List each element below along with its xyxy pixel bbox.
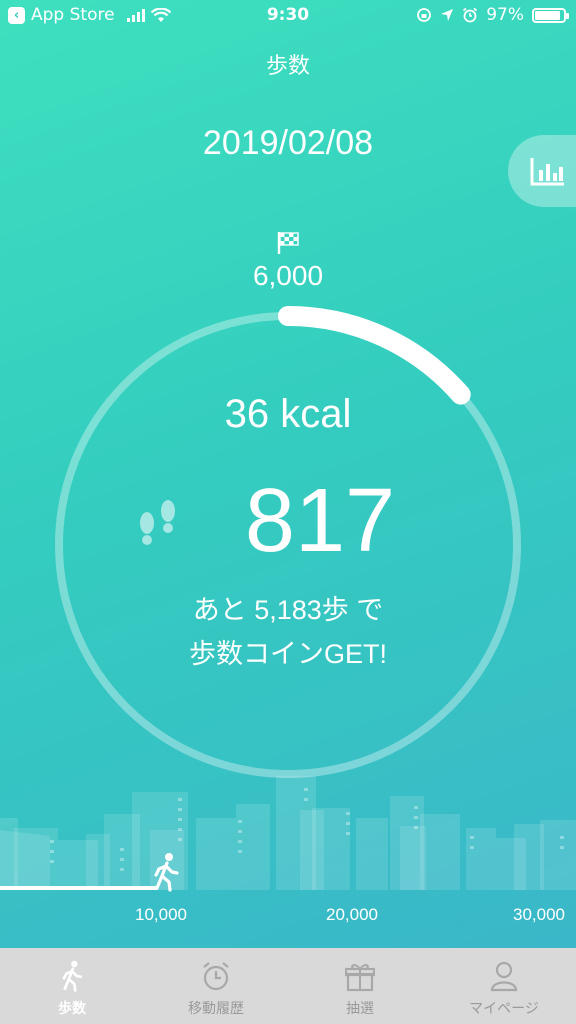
milestone-30000: 30,000 — [513, 905, 565, 924]
tab-label: 歩数 — [58, 1001, 86, 1017]
tab-lottery[interactable]: 抽選 — [288, 948, 432, 1024]
walking-person-icon — [154, 853, 179, 892]
person-icon — [490, 961, 518, 992]
steps-screen: ‹ App Store 9:30 97% 歩数 2019/02/08 6,000… — [0, 0, 576, 948]
footprints-icon — [140, 500, 175, 545]
city-skyline-illustration — [0, 776, 576, 890]
walk-icon — [62, 960, 83, 992]
progress-arc — [278, 306, 471, 405]
gift-box-icon — [345, 964, 375, 992]
milestone-10000: 10,000 — [135, 905, 187, 924]
milestone-20000: 20,000 — [326, 905, 378, 924]
clock-icon — [203, 962, 229, 991]
calories-label: 36 kcal — [224, 392, 352, 436]
coin-reward-line: 歩数コインGET! — [188, 639, 387, 669]
milestone-progress-line — [0, 886, 158, 890]
tab-steps[interactable]: 歩数 — [0, 948, 144, 1024]
remaining-steps-line: あと 5,183歩 で — [192, 595, 384, 625]
tab-bar: 歩数 移動履歴 抽選 マイページ — [0, 948, 576, 1024]
tab-travel-history[interactable]: 移動履歴 — [144, 948, 288, 1024]
tab-label: 移動履歴 — [188, 1001, 244, 1017]
tab-label: 抽選 — [346, 1001, 374, 1017]
step-count: 817 — [244, 471, 396, 571]
tab-label: マイページ — [469, 1001, 539, 1017]
remaining-steps-message: あと 5,183歩 で 歩数コインGET! — [0, 588, 576, 676]
tab-my-page[interactable]: マイページ — [432, 948, 576, 1024]
